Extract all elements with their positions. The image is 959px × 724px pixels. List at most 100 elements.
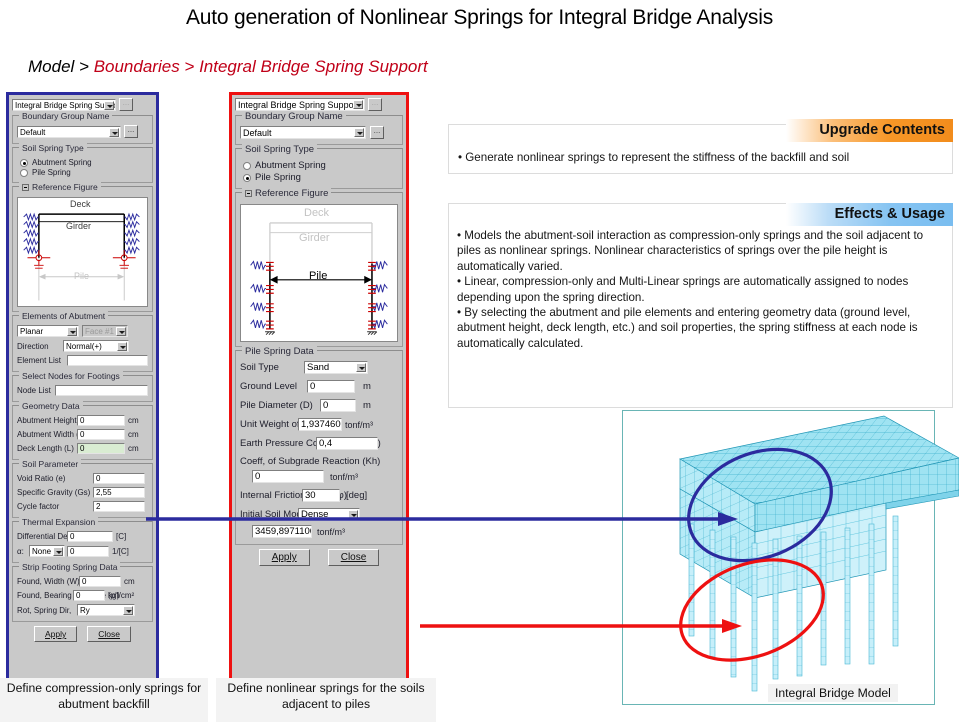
soil-type-value: Sand xyxy=(307,362,330,373)
found-width-input[interactable]: 0 xyxy=(79,576,121,587)
chevron-down-icon[interactable] xyxy=(104,100,114,110)
dialog-type-combo[interactable]: Integral Bridge Spring Suppor xyxy=(12,98,116,111)
radio-pile-spring[interactable]: Pile Spring xyxy=(243,172,398,183)
boundary-group-browse-button[interactable]: ... xyxy=(370,126,384,139)
differential-deck-temp-label: Differential Deck Temp. xyxy=(17,531,100,541)
cycle-factor-input[interactable]: 2 xyxy=(93,501,145,512)
abutment-element-type-combo[interactable]: Planar xyxy=(17,325,79,337)
alpha-value-input[interactable]: 0 xyxy=(67,545,109,557)
deck-length-input[interactable]: 0 xyxy=(77,443,125,454)
unit-weight-input[interactable]: 1,937460 xyxy=(298,418,342,431)
earth-pressure-input[interactable]: 0,4 xyxy=(316,437,378,450)
deck-length-label: Deck Length (L) xyxy=(17,444,74,453)
radio-abutment-spring[interactable]: Abutment Spring xyxy=(20,158,148,167)
radio-dot-icon xyxy=(243,173,251,182)
left-dialog-caption: Define compression-only springs for abut… xyxy=(0,678,208,722)
apply-button[interactable]: Apply xyxy=(258,549,310,566)
reference-figure-group: Reference Figure Deck Girder Pile xyxy=(12,182,153,312)
boundary-group-name-group: Boundary Group Name Default ... xyxy=(235,111,403,145)
soil-type-combo[interactable]: Sand xyxy=(304,361,368,374)
element-list-input[interactable] xyxy=(67,355,148,366)
dialog-type-browse-button[interactable]: ... xyxy=(119,98,133,111)
ground-level-input[interactable]: 0 xyxy=(307,380,355,393)
abutment-height-label: Abutment Height (H) xyxy=(17,415,90,425)
specific-gravity-input[interactable]: 2,55 xyxy=(93,487,145,498)
elements-of-abutment-title: Elements of Abutment xyxy=(19,311,109,321)
node-list-input[interactable] xyxy=(55,385,148,396)
pile-spring-dialog[interactable]: Integral Bridge Spring Suppor ... Bounda… xyxy=(229,92,409,684)
close-button[interactable]: Close xyxy=(87,626,131,642)
strip-footing-group: Strip Footing Spring Data Found, Width (… xyxy=(12,562,153,622)
apply-button[interactable]: Apply xyxy=(34,626,78,642)
ref-deck-label: Deck xyxy=(70,199,91,209)
chevron-down-icon[interactable] xyxy=(353,100,363,109)
chevron-down-icon[interactable] xyxy=(67,327,77,336)
abutment-spring-dialog[interactable]: Integral Bridge Spring Suppor ... Bounda… xyxy=(6,92,159,684)
reference-figure-header[interactable]: Reference Figure xyxy=(19,182,101,192)
boundary-group-browse-button[interactable]: ... xyxy=(124,125,138,138)
abutment-width-unit: cm xyxy=(128,430,139,439)
boundary-group-combo[interactable]: Default xyxy=(240,126,366,139)
breadcrumb-middle: Boundaries xyxy=(93,57,180,76)
dialog-type-combo[interactable]: Integral Bridge Spring Suppor xyxy=(235,98,365,111)
rot-spring-dir-label: Rot, Spring Dir, xyxy=(17,605,72,615)
element-list-label: Element List xyxy=(17,356,62,365)
strip-footing-title: Strip Footing Spring Data xyxy=(19,562,121,572)
chevron-down-icon[interactable] xyxy=(109,127,119,137)
subgrade-reaction-input[interactable]: 0 xyxy=(252,470,324,483)
ref-pile-label: Pile xyxy=(309,270,328,282)
collapse-icon[interactable] xyxy=(22,183,29,191)
dialog-type-value: Integral Bridge Spring Suppor xyxy=(238,100,357,110)
breadcrumb-separator-1: > xyxy=(74,57,94,76)
radio-abutment-spring-label: Abutment Spring xyxy=(32,158,92,167)
void-ratio-input[interactable]: 0 xyxy=(93,473,145,484)
soil-parameter-title: Soil Parameter xyxy=(19,459,82,469)
abutment-width-input[interactable]: 0 xyxy=(77,429,125,440)
pile-diameter-input[interactable]: 0 xyxy=(320,399,356,412)
direction-combo[interactable]: Normal(+) xyxy=(63,340,129,352)
dialog-type-browse-button[interactable]: ... xyxy=(368,98,382,111)
subgrade-reaction-unit: tonf/m³ xyxy=(330,471,359,482)
apply-button-label: Apply xyxy=(271,552,297,563)
abutment-reference-figure: Deck Girder Pile xyxy=(17,197,148,307)
rot-spring-dir-value: Ry xyxy=(80,606,90,615)
red-callout-arrow xyxy=(420,619,742,633)
abutment-diagram xyxy=(23,212,140,301)
chevron-down-icon[interactable] xyxy=(53,547,63,556)
soil-spring-type-title: Soil Spring Type xyxy=(242,144,318,155)
soil-spring-type-group: Soil Spring Type Abutment Spring Pile Sp… xyxy=(12,143,153,183)
internal-friction-label: Internal Friction Angle (φ) xyxy=(240,490,348,501)
collapse-icon[interactable] xyxy=(245,190,252,197)
abutment-width-label: Abutment Width (B) xyxy=(17,429,87,439)
abutment-height-input[interactable]: 0 xyxy=(77,415,125,426)
rot-spring-dir-combo[interactable]: Ry xyxy=(77,604,135,616)
chevron-down-icon[interactable] xyxy=(354,128,364,137)
chevron-down-icon xyxy=(116,327,126,336)
chevron-down-icon[interactable] xyxy=(356,363,366,372)
subgrade-reaction-label: Coeff, of Subgrade Reaction (Kh) xyxy=(240,456,381,467)
chevron-down-icon[interactable] xyxy=(117,342,127,351)
model-label: Integral Bridge Model xyxy=(768,684,898,702)
pile-diameter-unit: m xyxy=(363,400,371,411)
effects-paragraph-1: • Models the abutment-soil interaction a… xyxy=(457,229,924,273)
breadcrumb-separator-2: > xyxy=(179,57,200,76)
boundary-group-combo[interactable]: Default xyxy=(17,125,121,138)
radio-pile-spring[interactable]: Pile Spring xyxy=(20,168,148,177)
reference-figure-header[interactable]: Reference Figure xyxy=(242,188,332,199)
differential-deck-temp-unit: [C] xyxy=(116,532,127,541)
earth-pressure-label: Earth Pressure Coeff, at rest (K0) xyxy=(240,438,381,449)
close-button[interactable]: Close xyxy=(327,549,380,566)
geometry-data-title: Geometry Data xyxy=(19,401,83,411)
middle-dialog-caption: Define nonlinear springs for the soils a… xyxy=(216,678,436,722)
internal-friction-input[interactable]: 30 xyxy=(302,489,340,502)
chevron-down-icon[interactable] xyxy=(123,606,133,615)
ref-girder-label: Girder xyxy=(66,221,92,231)
alpha-combo[interactable]: None xyxy=(29,545,65,557)
radio-abutment-spring[interactable]: Abutment Spring xyxy=(243,160,398,171)
reference-figure-group: Reference Figure Deck Girder Pile xyxy=(235,188,403,347)
differential-deck-temp-input[interactable]: 0 xyxy=(67,531,113,542)
found-bearing-pressure-input[interactable]: 0 xyxy=(73,590,105,601)
abutment-element-type-value: Planar xyxy=(20,327,44,336)
upgrade-contents-text: • Generate nonlinear springs to represen… xyxy=(458,151,850,164)
soil-type-label: Soil Type xyxy=(240,362,279,373)
